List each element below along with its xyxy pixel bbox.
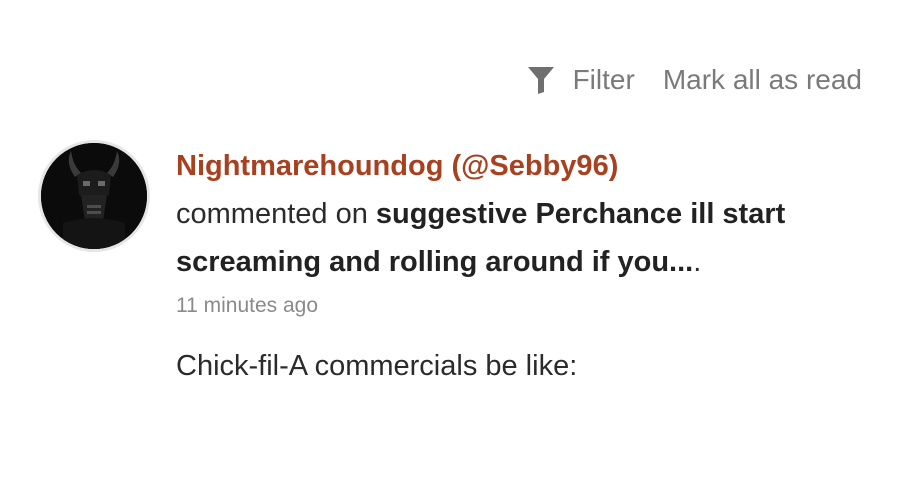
filter-button[interactable]: Filter [527, 64, 635, 96]
action-text: commented on [176, 198, 376, 230]
avatar[interactable] [38, 140, 150, 252]
author-link[interactable]: Nightmarehoundog (@Sebby96) [176, 146, 836, 186]
timestamp: 11 minutes ago [176, 294, 319, 317]
horned-creature-avatar [41, 143, 147, 249]
post-title-suffix: . [693, 246, 702, 278]
notification-headline: commented on suggestive Perchance ill st… [176, 190, 836, 286]
notifications-toolbar: Filter Mark all as read [527, 64, 862, 96]
mark-all-read-button[interactable]: Mark all as read [663, 64, 862, 96]
comment-text: Chick-fil-A commercials be like: [176, 350, 578, 382]
funnel-icon [527, 65, 555, 95]
notification-content: Nightmarehoundog (@Sebby96) commented on… [176, 146, 836, 386]
filter-label: Filter [572, 64, 635, 95]
